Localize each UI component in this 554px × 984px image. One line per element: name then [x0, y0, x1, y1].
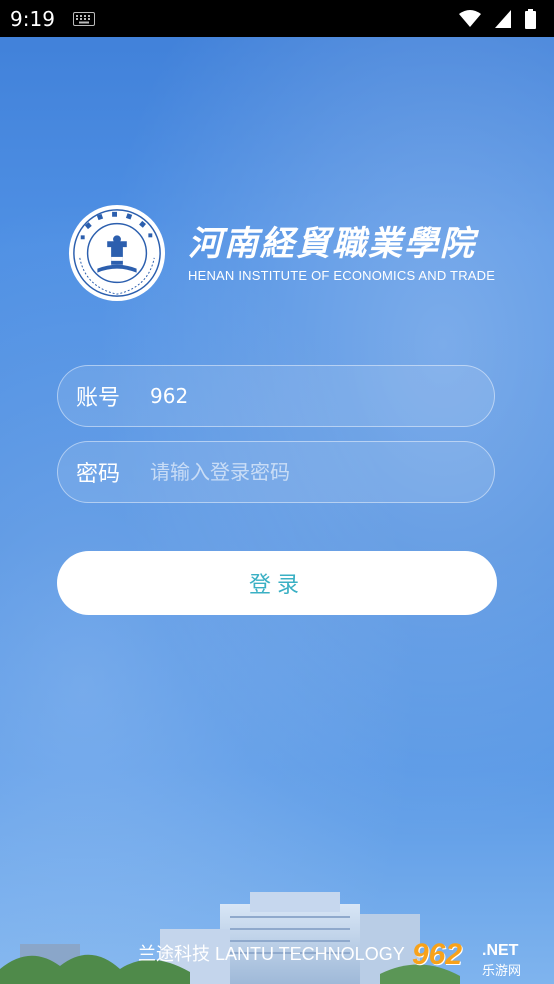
- watermark-number: 962: [412, 938, 463, 971]
- school-logo: 河南経貿職業學院 HENAN INSTITUTE OF ECONOMICS AN…: [68, 203, 496, 303]
- account-label: 账号: [76, 386, 121, 411]
- account-input[interactable]: [148, 383, 494, 409]
- account-field[interactable]: 账号: [57, 365, 495, 427]
- login-button[interactable]: 登录: [57, 551, 497, 615]
- status-time: 9:19: [10, 6, 55, 31]
- password-input[interactable]: [148, 459, 494, 485]
- school-name-en: HENAN INSTITUTE OF ECONOMICS AND TRADE: [188, 267, 496, 283]
- battery-icon: [525, 8, 536, 29]
- school-name-cn: 河南経貿職業學院: [188, 223, 476, 264]
- wifi-icon: [459, 9, 481, 27]
- password-label: 密码: [76, 462, 121, 487]
- password-field[interactable]: 密码: [57, 441, 495, 503]
- watermark-site: 乐游网: [482, 964, 522, 979]
- keyboard-icon: [72, 11, 95, 26]
- school-seal-icon: [68, 204, 166, 302]
- status-bar: 9:19: [0, 0, 554, 37]
- signal-icon: [495, 9, 511, 28]
- footer-credit: 兰途科技 LANTU TECHNOLOGY: [138, 944, 405, 964]
- watermark-suffix: .NET: [482, 942, 519, 959]
- watermark-logo: 962 .NET 乐游网: [408, 938, 548, 979]
